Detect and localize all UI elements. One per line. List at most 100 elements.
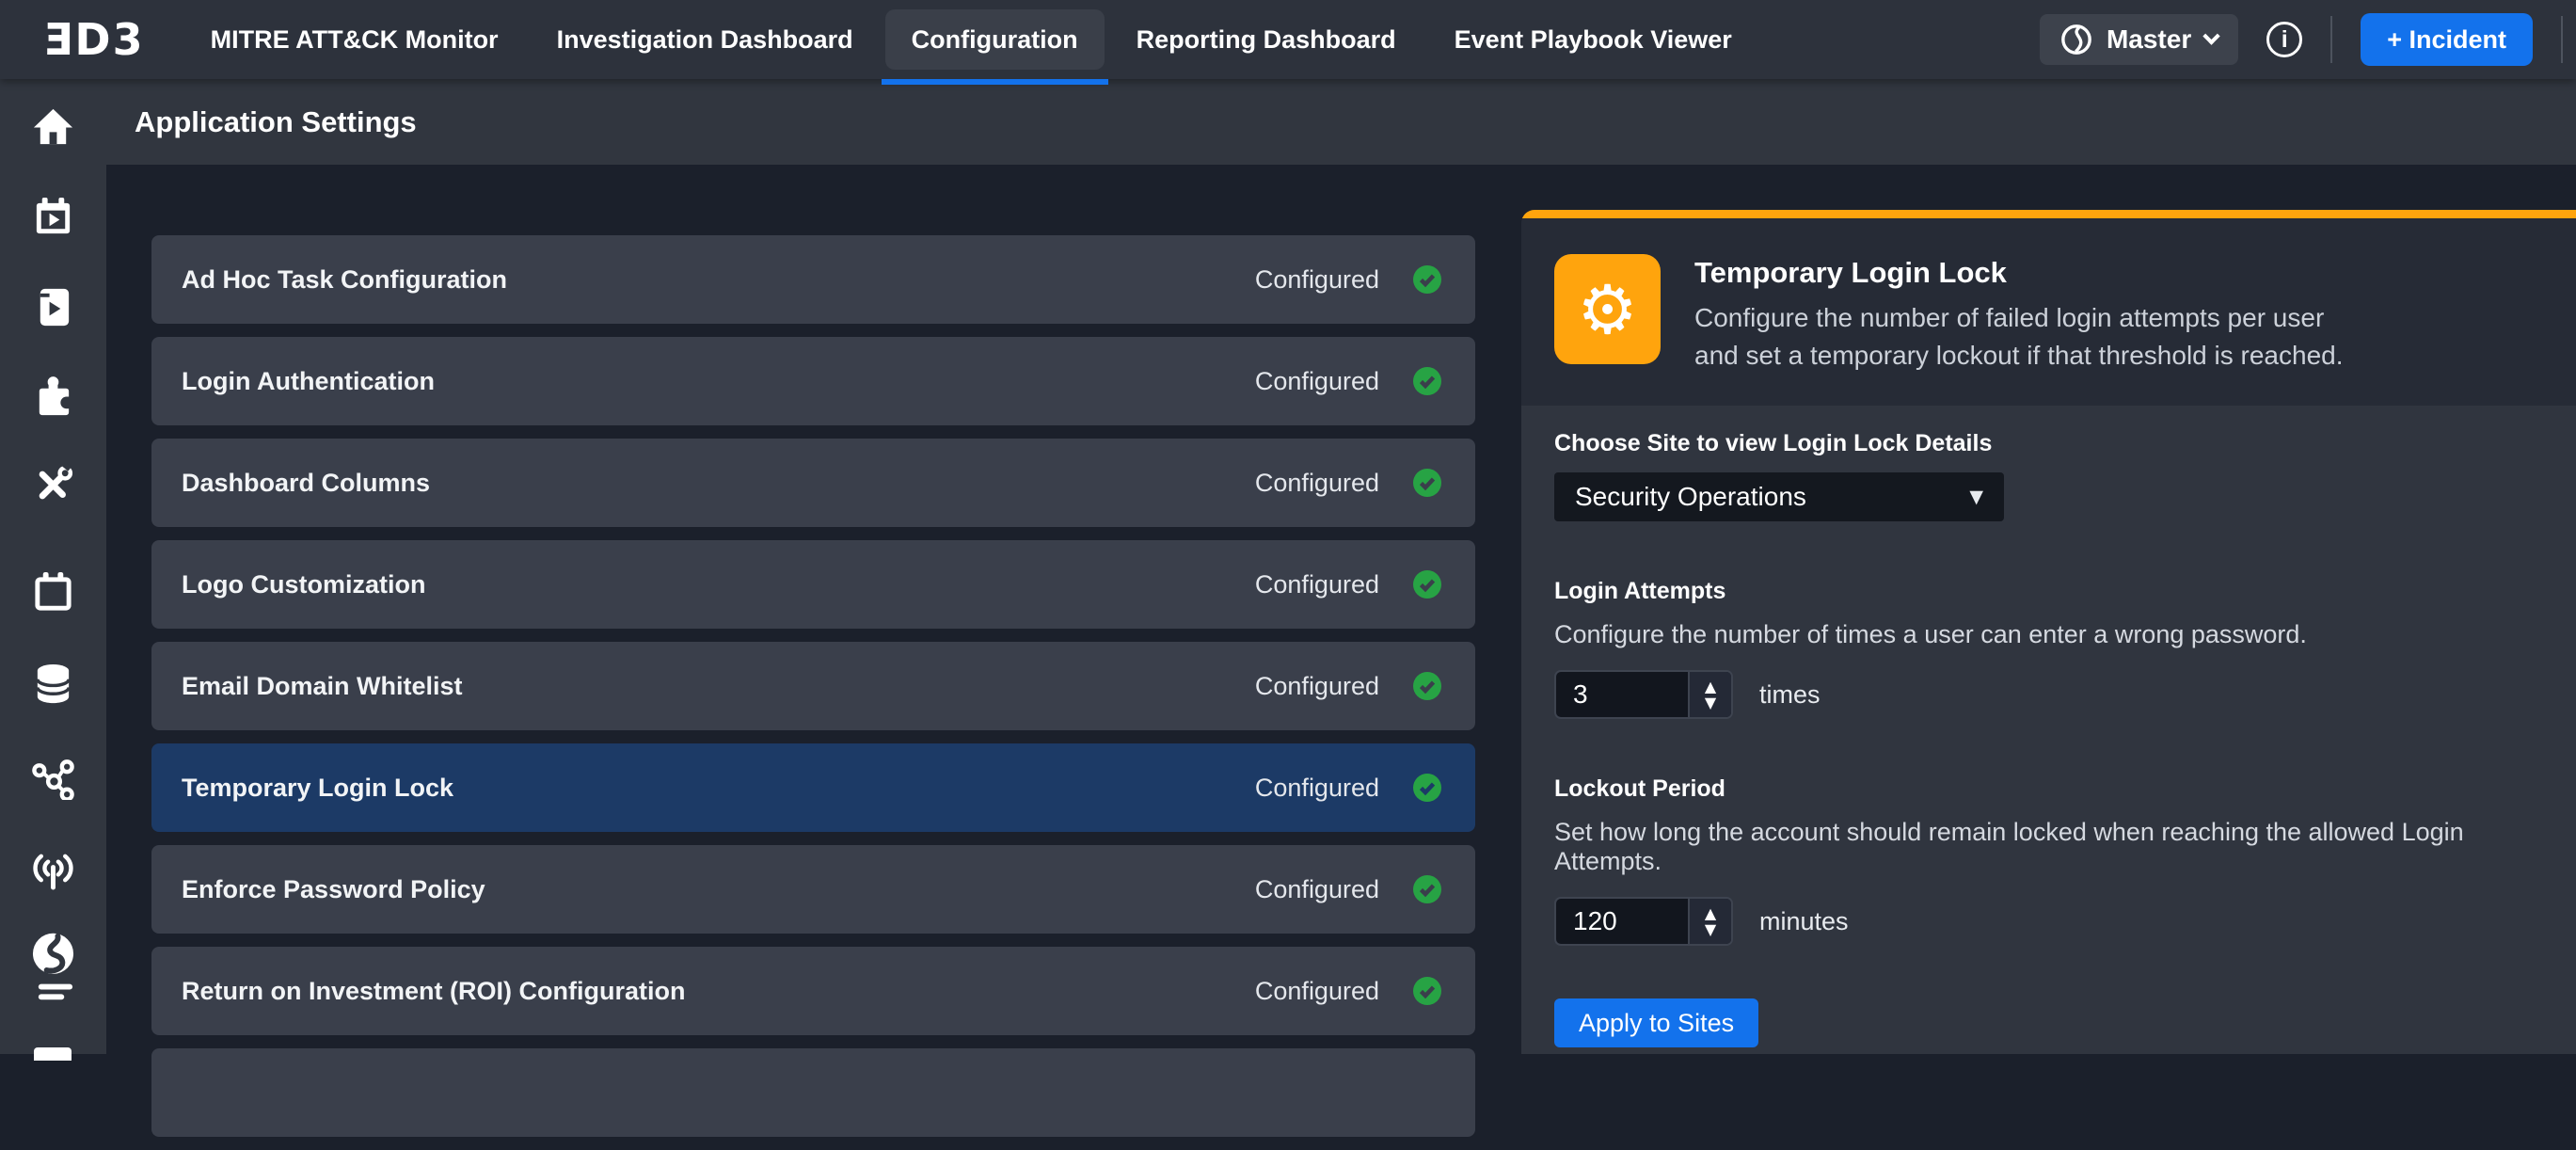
spin-up-icon[interactable]: ▲ [1705,905,1716,921]
nav-item-label: Configuration [912,25,1078,55]
lockout-period-value: 120 [1556,899,1688,944]
nav-item-investigation-dashboard[interactable]: Investigation Dashboard [531,9,880,70]
nav-item-label: MITRE ATT&CK Monitor [211,25,499,55]
site-select-value: Security Operations [1575,482,1806,512]
gear-icon: ⚙ [1577,276,1638,343]
check-circle-icon [1413,469,1441,497]
d3-logo: ƎD3 [43,14,145,65]
gear-badge: ⚙ [1554,254,1661,364]
settings-row-enforce-password-policy[interactable]: Enforce Password Policy Configured [151,845,1475,934]
info-glyph: i [2282,26,2288,54]
select-arrow-icon: ▼ [1969,487,1983,507]
spin-down-icon[interactable]: ▼ [1705,921,1716,937]
settings-row-login-authentication[interactable]: Login Authentication Configured [151,337,1475,425]
settings-row-label: Dashboard Columns [182,469,1255,498]
panel-description-line2: and set a temporary lockout if that thre… [1694,341,2344,370]
link-analysis-icon[interactable] [31,756,75,800]
login-attempts-spinner: ▲ ▼ [1688,672,1731,717]
check-circle-icon [1413,774,1441,802]
panel-body: Choose Site to view Login Lock Details S… [1521,406,2576,1054]
page-header-band: Application Settings [0,79,2576,165]
partial-bottom-icon[interactable] [34,1047,72,1061]
integrations-puzzle-icon[interactable] [31,375,75,419]
settings-row-label: Ad Hoc Task Configuration [182,265,1255,295]
nav-item-reporting-dashboard[interactable]: Reporting Dashboard [1110,9,1423,70]
site-select-label: Choose Site to view Login Lock Details [1554,430,2538,457]
settings-row-label: Enforce Password Policy [182,875,1255,904]
nav-item-label: Event Playbook Viewer [1455,25,1732,55]
login-attempts-label: Login Attempts [1554,578,2538,605]
panel-accent-bar [1521,210,2576,218]
check-circle-icon [1413,672,1441,700]
check-circle-icon [1413,875,1441,903]
page-title: Application Settings [135,105,417,139]
check-circle-icon [1413,977,1441,1005]
status-text: Configured [1255,265,1379,295]
settings-row-temporary-login-lock[interactable]: Temporary Login Lock Configured [151,743,1475,832]
navbar-divider [2561,16,2563,63]
lockout-period-input[interactable]: 120 ▲ ▼ [1554,897,1733,946]
status-text: Configured [1255,469,1379,498]
tools-icon[interactable] [31,463,75,507]
login-attempts-value: 3 [1556,672,1688,717]
database-icon[interactable] [31,662,75,706]
primary-nav: MITRE ATT&CK Monitor Investigation Dashb… [184,0,1758,79]
settings-row-label: Return on Investment (ROI) Configuration [182,977,1255,1006]
spin-down-icon[interactable]: ▼ [1705,695,1716,711]
check-circle-icon [1413,367,1441,395]
scheduled-playbook-icon[interactable] [31,195,75,239]
lockout-period-section: Lockout Period Set how long the account … [1554,775,2538,946]
panel-description: Configure the number of failed login att… [1694,299,2344,375]
nav-item-configuration[interactable]: Configuration [885,9,1105,70]
chevron-down-icon [2203,27,2220,44]
lockout-period-description: Set how long the account should remain l… [1554,818,2538,876]
spin-up-icon[interactable]: ▲ [1705,679,1716,695]
settings-row-label: Email Domain Whitelist [182,672,1255,701]
info-icon[interactable]: i [2266,22,2302,57]
status-text: Configured [1255,672,1379,701]
lockout-period-label: Lockout Period [1554,775,2538,803]
settings-row-email-domain-whitelist[interactable]: Email Domain Whitelist Configured [151,642,1475,730]
login-attempts-description: Configure the number of times a user can… [1554,620,2538,649]
navbar-right-controls: Master i + Incident [2040,13,2563,66]
status-text: Configured [1255,875,1379,904]
status-text: Configured [1255,774,1379,803]
site-switcher-button[interactable]: Master [2040,14,2238,65]
broadcast-icon[interactable] [31,846,75,890]
detail-panel: ⚙ Temporary Login Lock Configure the num… [1521,210,2576,1054]
settings-row-partial[interactable] [151,1048,1475,1137]
globe-icon [2060,24,2092,56]
settings-row-ad-hoc-task[interactable]: Ad Hoc Task Configuration Configured [151,235,1475,324]
site-switcher-label: Master [2107,24,2191,55]
status-text: Configured [1255,367,1379,396]
status-text: Configured [1255,570,1379,599]
settings-row-label: Login Authentication [182,367,1255,396]
settings-row-logo-customization[interactable]: Logo Customization Configured [151,540,1475,629]
nav-item-label: Reporting Dashboard [1137,25,1396,55]
home-icon[interactable] [31,104,75,149]
new-incident-button[interactable]: + Incident [2361,13,2533,66]
nav-item-mitre-attck-monitor[interactable]: MITRE ATT&CK Monitor [184,9,525,70]
playbook-icon[interactable] [31,285,75,329]
panel-title: Temporary Login Lock [1694,256,2344,290]
left-sidebar [0,79,106,1054]
settings-row-dashboard-columns[interactable]: Dashboard Columns Configured [151,439,1475,527]
nav-item-event-playbook-viewer[interactable]: Event Playbook Viewer [1428,9,1758,70]
web-activity-icon[interactable] [31,930,75,1005]
site-select[interactable]: Security Operations ▼ [1554,472,2004,521]
top-navbar: ƎD3 MITRE ATT&CK Monitor Investigation D… [0,0,2576,79]
application-settings-list: Ad Hoc Task Configuration Configured Log… [151,235,1475,1150]
login-attempts-input[interactable]: 3 ▲ ▼ [1554,670,1733,719]
lockout-period-spinner: ▲ ▼ [1688,899,1731,944]
lockout-period-unit: minutes [1759,907,1849,936]
panel-header: ⚙ Temporary Login Lock Configure the num… [1521,218,2576,406]
check-circle-icon [1413,265,1441,294]
settings-row-label: Logo Customization [182,570,1255,599]
check-circle-icon [1413,570,1441,599]
apply-to-sites-button[interactable]: Apply to Sites [1554,998,1758,1047]
calendar-icon[interactable] [31,570,75,615]
nav-item-label: Investigation Dashboard [557,25,853,55]
settings-row-roi-configuration[interactable]: Return on Investment (ROI) Configuration… [151,947,1475,1035]
settings-row-label: Temporary Login Lock [182,774,1255,803]
panel-description-line1: Configure the number of failed login att… [1694,303,2324,332]
